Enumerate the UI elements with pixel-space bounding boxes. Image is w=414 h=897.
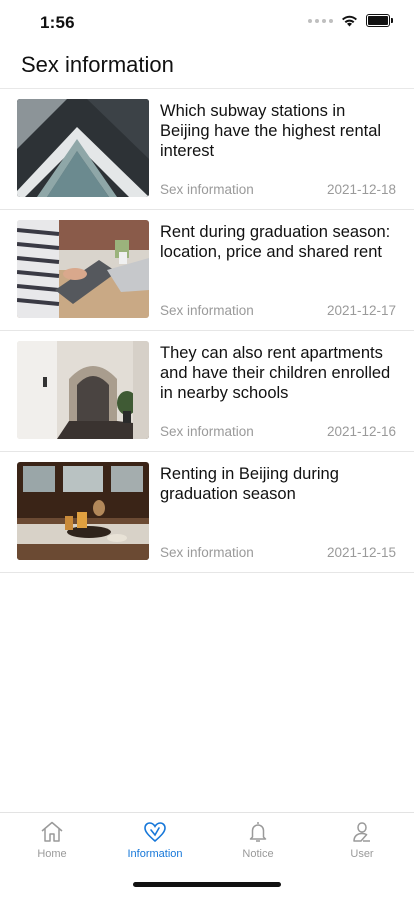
article-thumbnail-laptop-desk xyxy=(17,220,149,318)
tab-label: Home xyxy=(37,848,67,860)
status-icons xyxy=(308,14,393,27)
article-item[interactable]: Rent during graduation season: location,… xyxy=(0,210,414,331)
cellular-signal-icon xyxy=(308,18,333,23)
tab-label: User xyxy=(350,848,374,860)
user-icon xyxy=(353,822,370,842)
home-icon xyxy=(41,821,63,842)
page-title: Sex information xyxy=(21,52,174,77)
article-thumbnail-apartment-hallway xyxy=(17,341,149,439)
article-date: 2021-12-16 xyxy=(326,424,396,439)
article-date: 2021-12-18 xyxy=(326,182,396,197)
article-title: Which subway stations in Beijing have th… xyxy=(160,102,382,160)
bell-icon xyxy=(249,822,267,842)
article-list: Which subway stations in Beijing have th… xyxy=(0,89,414,573)
status-bar: 1:56 xyxy=(0,0,414,44)
article-category: Sex information xyxy=(160,424,254,439)
article-item[interactable]: Renting in Beijing during graduation sea… xyxy=(0,452,414,573)
article-category: Sex information xyxy=(160,182,254,197)
tab-notice[interactable]: Notice xyxy=(213,819,303,860)
article-thumbnail-building-facade xyxy=(17,99,149,197)
article-category: Sex information xyxy=(160,303,254,318)
tab-user[interactable]: User xyxy=(317,819,407,860)
heart-icon xyxy=(144,822,166,843)
article-thumbnail-dining-table xyxy=(17,462,149,560)
article-title: They can also rent apartments and have t… xyxy=(160,344,391,402)
article-title: Renting in Beijing during graduation sea… xyxy=(160,465,339,503)
article-category: Sex information xyxy=(160,545,254,560)
home-indicator xyxy=(133,882,281,887)
battery-icon xyxy=(366,14,393,27)
tab-home[interactable]: Home xyxy=(7,819,97,860)
tab-label: Notice xyxy=(242,848,274,860)
status-time: 1:56 xyxy=(40,13,75,32)
article-title: Rent during graduation season: location,… xyxy=(160,223,391,261)
wifi-icon xyxy=(342,15,357,26)
article-date: 2021-12-15 xyxy=(326,545,396,560)
article-date: 2021-12-17 xyxy=(326,303,396,318)
tab-information[interactable]: Information xyxy=(110,819,200,860)
article-item[interactable]: They can also rent apartments and have t… xyxy=(0,331,414,452)
article-item[interactable]: Which subway stations in Beijing have th… xyxy=(0,89,414,210)
tab-label: Information xyxy=(127,848,183,860)
